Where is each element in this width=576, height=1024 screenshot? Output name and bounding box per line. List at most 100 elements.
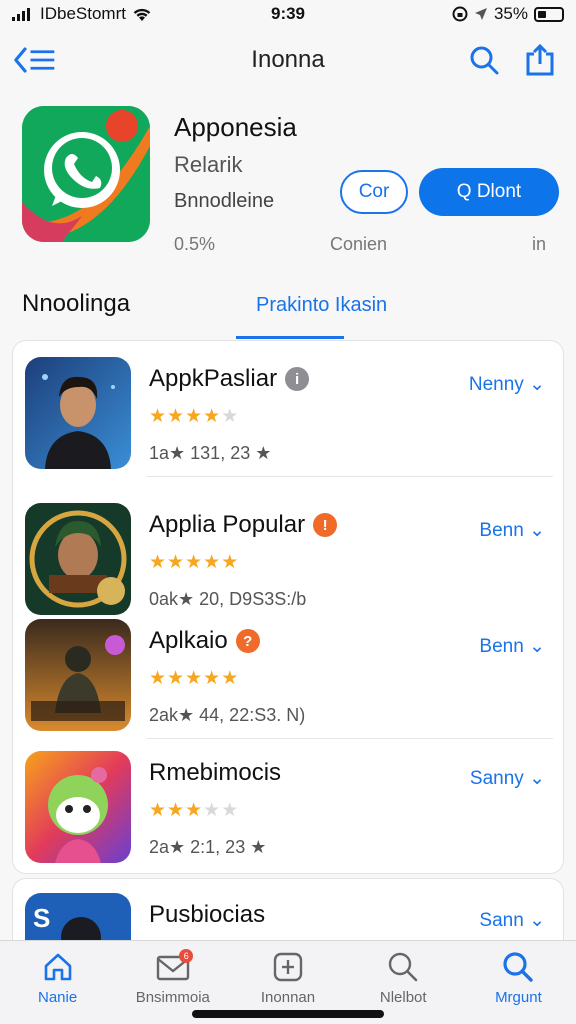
app-name-row: Aplkaio ? xyxy=(149,627,260,655)
featured-app-subtitle: Relarik xyxy=(174,152,243,177)
svg-text:S: S xyxy=(33,903,50,933)
notification-badge: 6 xyxy=(179,949,194,963)
app-name: Pusbiocias xyxy=(149,901,266,928)
star-icon: ★ xyxy=(149,800,168,821)
featured-meta-content: Conien xyxy=(330,234,388,254)
search-icon xyxy=(470,46,499,75)
featured-app-icon[interactable] xyxy=(22,106,150,242)
tabbar-item-search-active[interactable]: Mrgunt xyxy=(461,941,576,1024)
chat-logo-icon xyxy=(22,106,150,242)
star-icon: ★ xyxy=(221,668,240,689)
star-icon: ★ xyxy=(149,406,168,427)
featured-meta-extra: in xyxy=(532,234,547,254)
back-button[interactable] xyxy=(14,38,58,82)
star-icon: ★ xyxy=(203,406,222,427)
share-button[interactable] xyxy=(518,38,562,82)
app-name-row: Pusbiocias xyxy=(149,901,265,929)
nav-actions xyxy=(462,38,562,82)
tabbar-label: Bnsimmoia xyxy=(135,989,210,1006)
app-action-button[interactable]: Sann ⌄ xyxy=(479,909,545,932)
lock-rotation-icon xyxy=(452,6,468,22)
app-name-row: Rmebimocis xyxy=(149,759,281,787)
featured-get-button[interactable]: Q Dlont xyxy=(419,168,559,216)
app-action-button[interactable]: Sanny ⌄ xyxy=(470,767,545,790)
star-icon: ★ xyxy=(185,800,204,821)
add-box-icon xyxy=(273,952,303,982)
featured-app-name: Apponesia xyxy=(174,112,297,142)
star-icon: ★ xyxy=(221,800,240,821)
app-name: Rmebimocis xyxy=(149,759,282,786)
list-item[interactable]: Applia Popular ! ★★★★★ 0ak★ 20, D9S3S:/b… xyxy=(25,503,553,623)
app-meta: 0ak★ 20, D9S3S:/b xyxy=(149,589,307,609)
alert-badge-icon: ! xyxy=(313,513,338,537)
list-item[interactable]: Rmebimocis ★★★★★ 2a★ 2:1, 23 ★ Sanny ⌄ xyxy=(25,751,553,871)
app-action-label: Benn xyxy=(479,520,524,541)
app-icon-adventure xyxy=(25,503,131,615)
app-meta: 2a★ 2:1, 23 ★ xyxy=(149,837,267,857)
tabbar-label: Mrgunt xyxy=(495,989,542,1006)
star-icon: ★ xyxy=(185,406,204,427)
star-icon: ★ xyxy=(203,668,222,689)
chevron-down-icon: ⌄ xyxy=(523,636,545,657)
app-action-label: Sanny xyxy=(469,768,524,789)
tab-underline xyxy=(236,336,344,339)
app-icon-hero-character xyxy=(25,357,131,469)
home-icon xyxy=(44,953,71,981)
battery-percent: 35% xyxy=(493,4,528,23)
app-name-row: Applia Popular ! xyxy=(149,511,338,539)
app-name: AppkPasliar xyxy=(149,365,278,392)
star-icon: ★ xyxy=(221,552,240,573)
tabbar-label: Nlelbot xyxy=(379,989,427,1006)
star-icon: ★ xyxy=(185,668,204,689)
share-icon xyxy=(526,44,554,76)
carrier-name: IDbeStomrt xyxy=(40,4,126,23)
app-list: AppkPasliar i ★★★★★ 1a★ 131, 23 ★ Nenny … xyxy=(12,340,564,874)
tab-second[interactable]: Prakinto Ikasin xyxy=(256,294,387,317)
segment-tabs: Nnoolinga Prakinto Ikasin xyxy=(0,282,576,340)
tabbar-label: Inonnan xyxy=(260,989,316,1006)
status-left: IDbeStomrt xyxy=(12,4,152,24)
status-right: 35% xyxy=(452,4,564,24)
app-action-label: Benn xyxy=(479,636,524,657)
app-meta: 2ak★ 44, 22:S3. N) xyxy=(149,705,306,725)
star-icon: ★ xyxy=(167,800,186,821)
nav-bar: Inonna xyxy=(0,36,576,84)
app-action-button[interactable]: Benn ⌄ xyxy=(479,635,545,658)
star-icon: ★ xyxy=(221,406,240,427)
search-outline-icon xyxy=(389,952,418,982)
star-icon: ★ xyxy=(185,552,204,573)
featured-app-developer: Bnnodleine xyxy=(174,190,275,212)
list-item[interactable]: Aplkaio ? ★★★★★ 2ak★ 44, 22:S3. N) Benn … xyxy=(25,619,553,739)
location-icon xyxy=(474,8,487,20)
star-icon: ★ xyxy=(149,552,168,573)
app-icon-cartoon xyxy=(25,751,131,863)
star-icon: ★ xyxy=(203,800,222,821)
chevron-down-icon: ⌄ xyxy=(523,374,545,395)
chevron-down-icon: ⌄ xyxy=(523,520,545,541)
tabbar-item-home[interactable]: Nanie xyxy=(0,941,115,1024)
star-rating: ★★★★★ xyxy=(149,551,239,574)
signal-icon xyxy=(12,8,30,21)
list-item[interactable]: AppkPasliar i ★★★★★ 1a★ 131, 23 ★ Nenny … xyxy=(25,357,553,477)
divider xyxy=(147,476,553,477)
app-action-label: Nenny xyxy=(468,374,524,395)
featured-secondary-button[interactable]: Cor xyxy=(340,170,408,214)
chevron-down-icon: ⌄ xyxy=(523,768,545,789)
help-badge-icon: ? xyxy=(235,629,260,653)
app-action-button[interactable]: Nenny ⌄ xyxy=(469,373,545,396)
star-rating: ★★★★★ xyxy=(149,799,239,822)
battery-level xyxy=(538,10,546,18)
star-icon: ★ xyxy=(167,552,186,573)
back-list-icon xyxy=(14,47,55,73)
tab-first[interactable]: Nnoolinga xyxy=(22,290,130,318)
app-action-label: Sann xyxy=(479,910,524,931)
tabbar-label: Nanie xyxy=(38,989,78,1006)
app-name: Applia Popular xyxy=(149,511,306,538)
wifi-icon xyxy=(133,8,151,21)
home-indicator[interactable] xyxy=(192,1010,384,1018)
featured-meta-rating: 0.5% xyxy=(174,234,216,254)
featured-app: Apponesia Relarik Bnnodleine Cor Q Dlont… xyxy=(22,104,562,254)
battery-icon xyxy=(534,6,564,22)
search-button[interactable] xyxy=(462,38,506,82)
app-action-button[interactable]: Benn ⌄ xyxy=(479,519,545,542)
